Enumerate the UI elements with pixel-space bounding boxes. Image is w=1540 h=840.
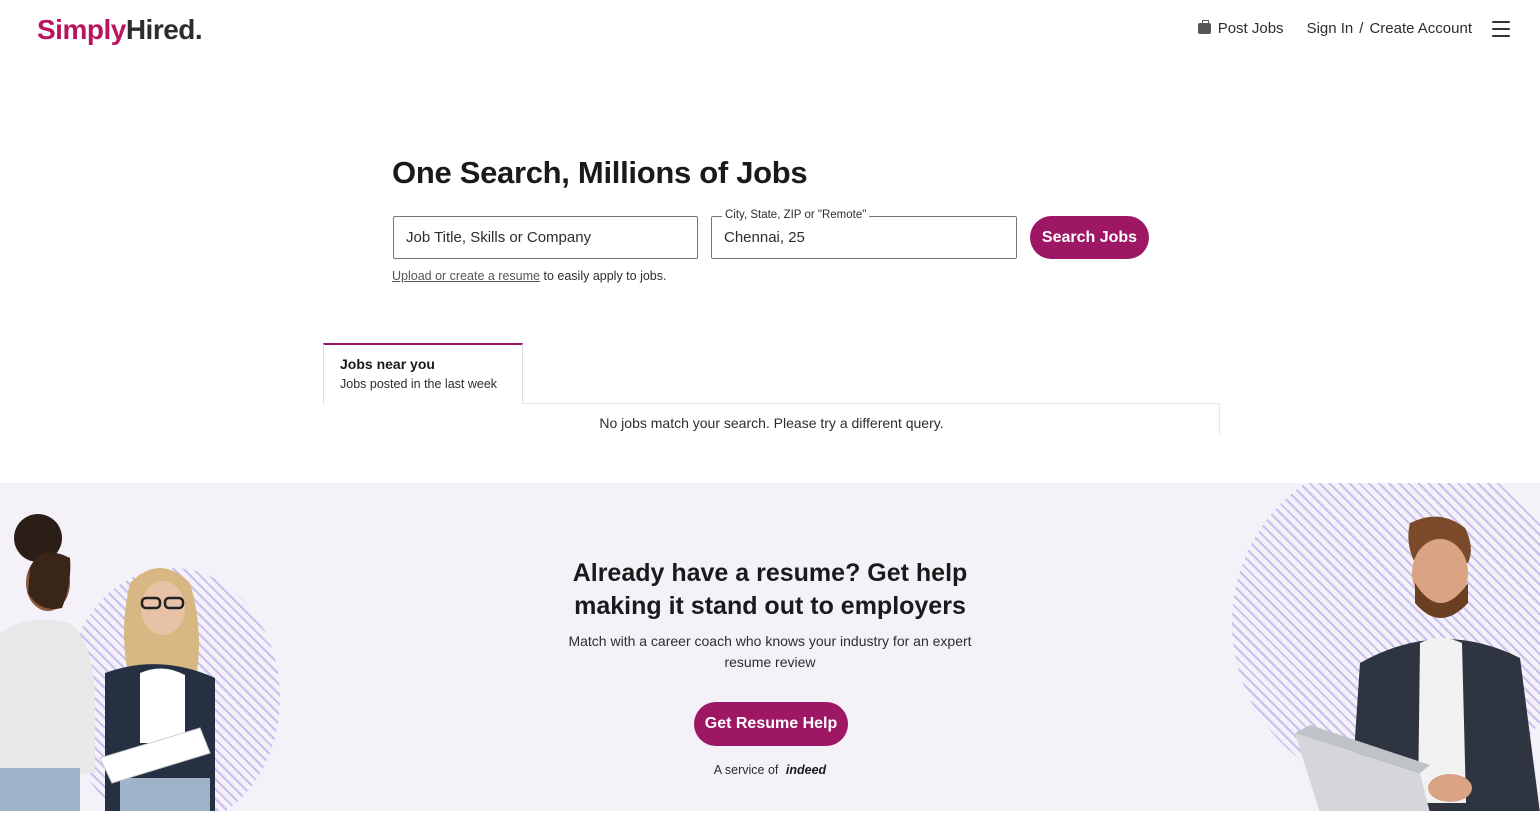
logo-hired: Hired.: [125, 14, 203, 45]
upload-resume-suffix: to easily apply to jobs.: [543, 269, 667, 283]
location-label: City, State, ZIP or "Remote": [722, 209, 870, 221]
menu-bar: [1492, 34, 1510, 37]
promo-title: Already have a resume? Get help making i…: [520, 557, 1020, 623]
sign-in-link[interactable]: Sign In: [1307, 20, 1354, 37]
post-jobs-label: Post Jobs: [1217, 20, 1284, 37]
where-field: City, State, ZIP or "Remote": [711, 209, 1017, 259]
menu-bar: [1492, 27, 1510, 30]
promo-title-line1: Already have a resume? Get help: [572, 559, 968, 587]
nav-separator: /: [1359, 20, 1364, 37]
menu-bar: [1492, 20, 1510, 23]
promo-title-line2: making it stand out to employers: [574, 592, 966, 620]
tab-title: Jobs near you: [340, 356, 435, 372]
get-resume-help-button[interactable]: Get Resume Help: [694, 702, 848, 746]
indeed-logo[interactable]: indeed: [786, 763, 826, 777]
service-of-indeed: A service of indeed: [0, 763, 1540, 777]
upload-resume-line: Upload or create a resume to easily appl…: [392, 269, 666, 283]
tab-jobs-near-you[interactable]: Jobs near you Jobs posted in the last we…: [323, 343, 523, 404]
resume-help-promo: Already have a resume? Get help making i…: [0, 483, 1540, 811]
upload-resume-link[interactable]: Upload or create a resume: [392, 269, 540, 283]
tab-subtitle: Jobs posted in the last week: [340, 377, 498, 391]
promo-subtitle-line2: resume review: [724, 654, 816, 670]
search-jobs-button[interactable]: Search Jobs: [1030, 216, 1149, 259]
service-prefix: A service of: [713, 763, 779, 777]
header-nav: Post Jobs Sign In / Create Account: [1197, 20, 1510, 37]
simplyhired-logo[interactable]: SimplyHired.: [37, 14, 203, 46]
briefcase-icon: [1197, 20, 1211, 34]
logo-simply: Simply: [37, 14, 126, 45]
create-account-link[interactable]: Create Account: [1369, 20, 1472, 37]
empty-results-message: No jobs match your search. Please try a …: [599, 415, 944, 431]
location-input[interactable]: [712, 217, 1016, 258]
promo-subtitle: Match with a career coach who knows your…: [560, 631, 980, 673]
job-title-input[interactable]: [394, 217, 697, 258]
page-title: One Search, Millions of Jobs: [392, 155, 808, 190]
tab-divider: [523, 403, 1220, 404]
what-field: [393, 216, 698, 259]
post-jobs-link[interactable]: Post Jobs: [1197, 20, 1284, 37]
site-header: SimplyHired. Post Jobs Sign In / Create …: [0, 0, 1540, 70]
hamburger-menu-icon[interactable]: [1492, 20, 1510, 37]
promo-subtitle-line1: Match with a career coach who knows your…: [568, 633, 972, 649]
